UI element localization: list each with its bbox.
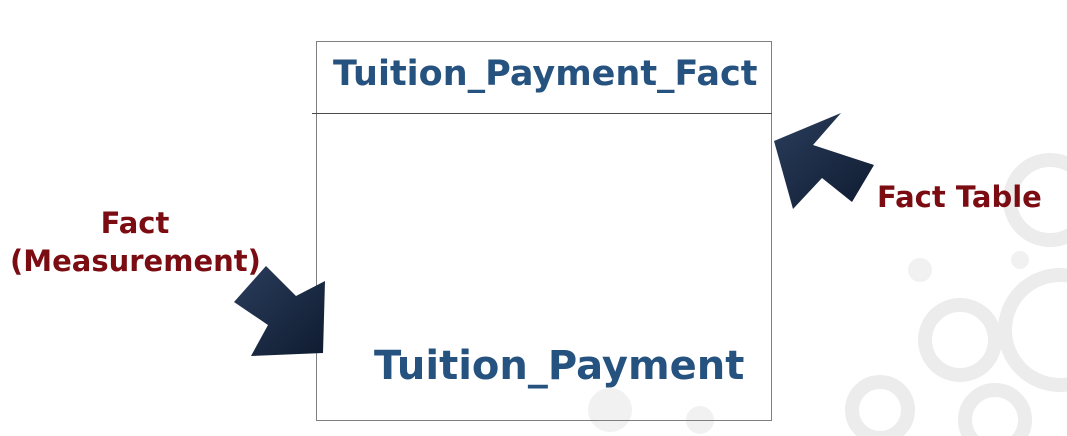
arrows-layer bbox=[234, 113, 874, 356]
fact-arrow-icon bbox=[234, 266, 325, 356]
fact-table-arrow-icon bbox=[774, 113, 874, 209]
